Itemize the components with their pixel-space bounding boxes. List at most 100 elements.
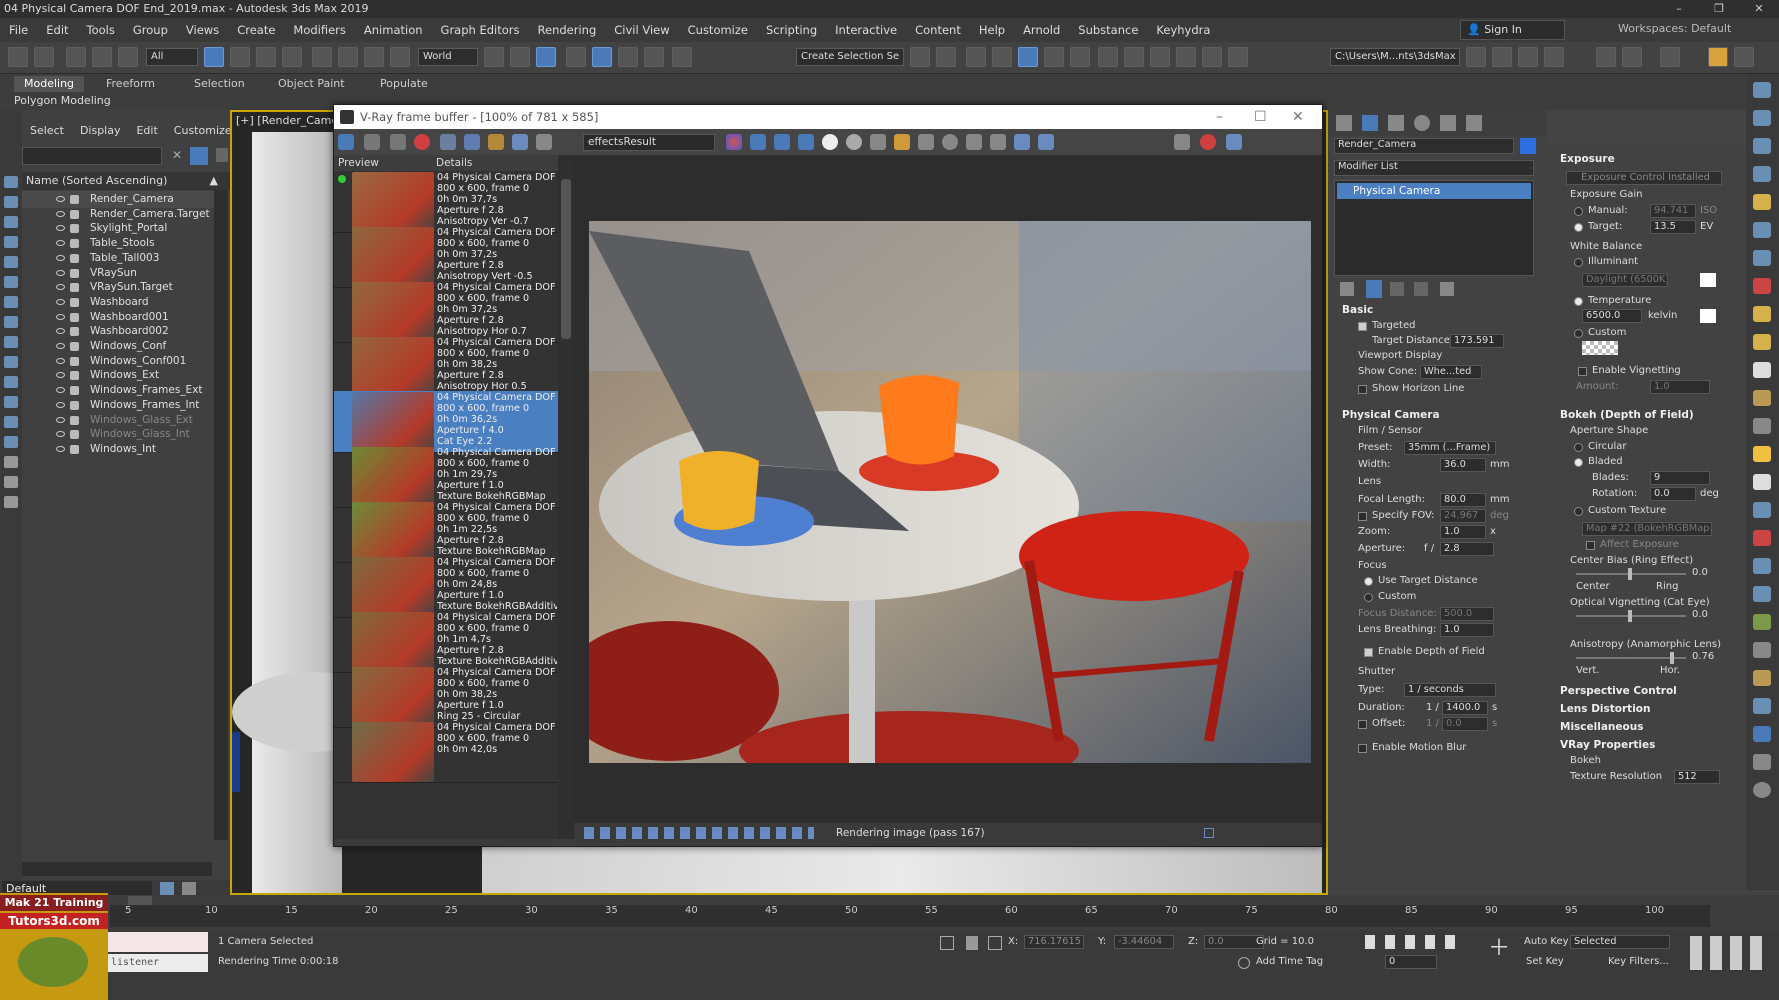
custom-texture-radio[interactable] <box>1574 507 1583 516</box>
visibility-eye-icon[interactable] <box>56 445 65 452</box>
save-all-icon[interactable] <box>390 134 406 150</box>
illuminant-dropdown[interactable]: Daylight (6500K) <box>1582 273 1668 287</box>
strip-icon-19[interactable] <box>1753 586 1771 602</box>
history-entry[interactable]: 04 Physical Camera DOF E 800 x 600, frame… <box>334 336 558 398</box>
rotate-icon[interactable] <box>338 47 358 67</box>
enable-motion-blur-checkbox[interactable] <box>1358 744 1367 753</box>
scene-explorer-toggle-icon[interactable] <box>182 882 196 896</box>
vray-toolbar-icon-6[interactable] <box>1660 47 1680 67</box>
history-entry[interactable]: 04 Physical Camera DOF E 800 x 600, frame… <box>334 611 558 673</box>
affect-exposure-checkbox[interactable] <box>1586 541 1595 550</box>
visibility-eye-icon[interactable] <box>56 387 65 394</box>
select-by-name-icon[interactable] <box>230 47 250 67</box>
add-time-tag[interactable]: Add Time Tag <box>1256 956 1323 967</box>
vray-toolbar-icon-4[interactable] <box>1596 47 1616 67</box>
filter-icon[interactable] <box>4 496 18 508</box>
strip-icon-20[interactable] <box>1753 614 1771 630</box>
history-entry[interactable]: 04 Physical Camera DOF E 800 x 600, frame… <box>334 501 558 563</box>
custom-wb-swatch[interactable] <box>1582 341 1618 355</box>
menu-views[interactable]: Views <box>177 23 228 37</box>
history-entry[interactable]: 04 Physical Camera DOF E 800 x 600, frame… <box>334 391 558 453</box>
maxscript-mini-listener[interactable] <box>108 932 208 952</box>
display-none-icon-2[interactable] <box>4 456 18 468</box>
illuminant-color-swatch[interactable] <box>1700 273 1716 287</box>
schematic-view-icon[interactable] <box>1070 47 1090 67</box>
material-editor-icon[interactable] <box>1098 47 1118 67</box>
render-last-icon[interactable] <box>1226 134 1242 150</box>
vray-toolbar-icon-3[interactable] <box>1544 47 1564 67</box>
ribbon-toggle-icon[interactable] <box>1018 47 1038 67</box>
explorer-menu-customize[interactable]: Customize <box>166 124 240 137</box>
explorer-menu-select[interactable]: Select <box>22 124 72 137</box>
project-path-dropdown[interactable]: C:\Users\M...nts\3dsMax <box>1330 48 1460 66</box>
exposure-control-installed-button[interactable]: Exposure Control Installed <box>1566 171 1722 185</box>
ribbon-sub-polygon-modeling[interactable]: Polygon Modeling <box>14 94 111 107</box>
link-to-vfb-icon[interactable] <box>942 134 958 150</box>
render-setup-icon[interactable] <box>1124 47 1144 67</box>
visibility-eye-icon[interactable] <box>56 196 65 202</box>
mono-icon[interactable] <box>846 134 862 150</box>
visibility-eye-icon[interactable] <box>56 269 65 276</box>
save-image-icon[interactable] <box>364 134 380 150</box>
strip-icon-13[interactable] <box>1753 418 1771 434</box>
set-key-plus-icon[interactable]: ＋ <box>1488 938 1512 962</box>
optical-vignetting-slider[interactable] <box>1576 610 1686 622</box>
custom-focus-radio[interactable] <box>1364 593 1373 602</box>
custom-wb-radio[interactable] <box>1574 329 1583 338</box>
remove-modifier-icon[interactable] <box>1414 282 1428 296</box>
strip-icon-8[interactable] <box>1753 278 1771 294</box>
anisotropy-value[interactable]: 0.76 <box>1692 651 1714 662</box>
menu-tools[interactable]: Tools <box>78 23 124 37</box>
redo-icon[interactable] <box>34 47 54 67</box>
lock-icon[interactable] <box>216 148 228 162</box>
temperature-field[interactable]: 6500.0 <box>1582 309 1642 323</box>
teapot-render-icon[interactable] <box>1174 134 1190 150</box>
offset-checkbox[interactable] <box>1358 720 1367 729</box>
motion-tab-icon[interactable] <box>1414 115 1430 131</box>
focal-length-field[interactable]: 80.0 <box>1440 493 1486 507</box>
explorer-hscrollbar[interactable] <box>22 862 212 876</box>
offset-field[interactable]: 0.0 <box>1442 717 1488 731</box>
focus-distance-field[interactable]: 500.0 <box>1440 607 1494 621</box>
set-key-button[interactable]: Set Key <box>1526 956 1564 967</box>
angle-snap-icon[interactable] <box>592 47 612 67</box>
strip-icon-25[interactable] <box>1753 754 1771 770</box>
select-manipulate-icon[interactable] <box>510 47 530 67</box>
key-filters-button[interactable]: Key Filters... <box>1608 956 1669 967</box>
menu-group[interactable]: Group <box>124 23 177 37</box>
shutter-type-dropdown[interactable]: 1 / seconds <box>1404 683 1496 697</box>
display-shapes-icon[interactable] <box>4 216 18 228</box>
lens-distortion-rollout[interactable]: Lens Distortion <box>1560 703 1650 715</box>
align-icon[interactable] <box>936 47 956 67</box>
illuminant-radio[interactable] <box>1574 258 1583 267</box>
explorer-search-input[interactable] <box>22 147 162 165</box>
green-channel-icon[interactable] <box>774 134 790 150</box>
display-spacewarps-icon[interactable] <box>4 296 18 308</box>
vray-toolbar-icon-5[interactable] <box>1622 47 1642 67</box>
center-bias-slider[interactable] <box>1576 568 1686 580</box>
circular-radio[interactable] <box>1574 443 1583 452</box>
close-icon[interactable]: ✕ <box>1739 0 1779 18</box>
strip-icon-22[interactable] <box>1753 670 1771 686</box>
duration-field[interactable]: 1400.0 <box>1442 701 1488 715</box>
history-toggle-icon[interactable] <box>338 134 354 150</box>
display-groups-icon[interactable] <box>4 316 18 328</box>
object-color-swatch[interactable] <box>1520 138 1536 154</box>
minimize-icon[interactable]: – <box>1659 0 1699 18</box>
strip-icon-23[interactable] <box>1753 698 1771 714</box>
visibility-eye-icon[interactable] <box>56 401 65 408</box>
selection-lock-icon[interactable] <box>966 936 978 950</box>
display-bones-icon[interactable] <box>4 356 18 368</box>
text-overlay-icon[interactable] <box>464 134 480 150</box>
strip-icon-12[interactable] <box>1753 390 1771 406</box>
width-field[interactable]: 36.0 <box>1440 458 1486 472</box>
z-coord-field[interactable]: 0.0 <box>1204 935 1264 949</box>
history-entry[interactable]: 04 Physical Camera DOF E 800 x 600, frame… <box>334 171 558 233</box>
create-tab-icon[interactable] <box>1336 115 1352 131</box>
show-cone-dropdown[interactable]: Whe...ted <box>1420 365 1482 379</box>
rendered-frame-window-icon[interactable] <box>1150 47 1170 67</box>
undo-icon[interactable] <box>8 47 28 67</box>
edit-named-selection-icon[interactable] <box>672 47 692 67</box>
vray-lights-icon[interactable] <box>1734 47 1754 67</box>
enable-dof-checkbox[interactable] <box>1364 648 1373 657</box>
